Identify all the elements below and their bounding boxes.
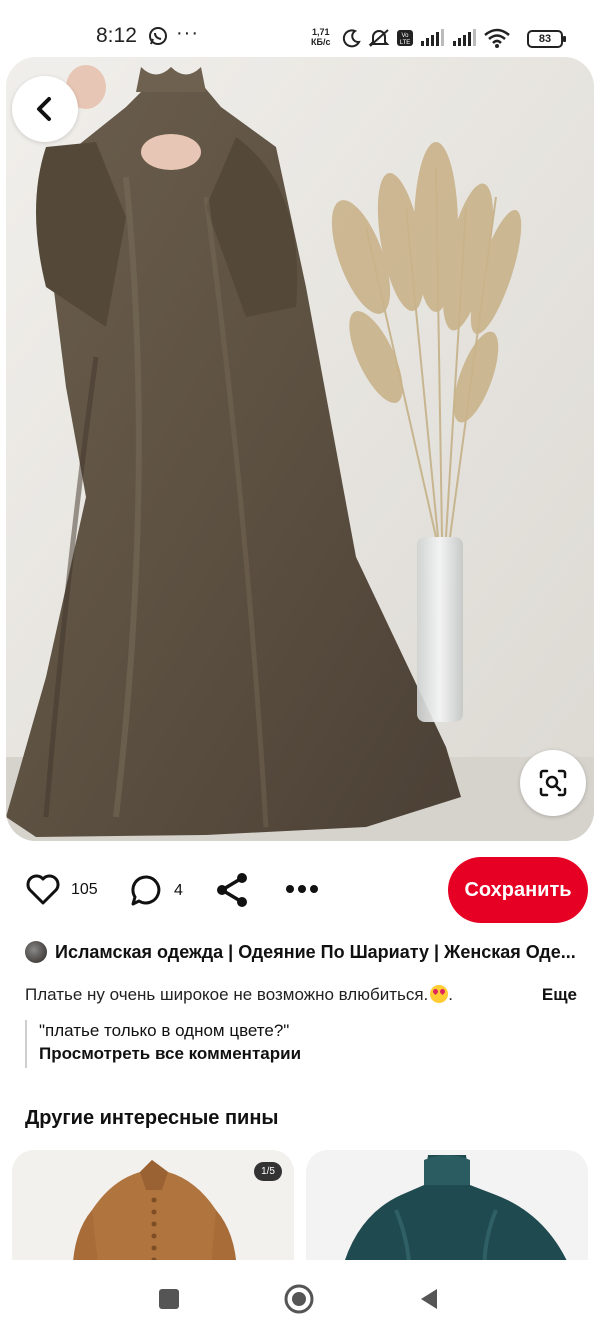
network-speed: 1,71 КБ/с [311, 27, 330, 47]
status-more-icon: ··· [176, 22, 199, 44]
circle-icon [284, 1284, 314, 1314]
view-all-comments-link[interactable]: Просмотреть все комментарии [39, 1042, 585, 1066]
back-nav-button[interactable] [412, 1282, 446, 1316]
heart-icon [26, 874, 60, 905]
square-icon [159, 1289, 179, 1309]
whatsapp-icon [148, 26, 168, 51]
signal-icon [421, 29, 444, 46]
recent-apps-button[interactable] [152, 1282, 186, 1316]
moon-icon [342, 29, 361, 48]
status-bar: 8:12 ··· 1,71 КБ/с Vo LTE 83 [0, 0, 600, 56]
more-horizontal-icon [286, 885, 318, 893]
svg-text:Vo: Vo [401, 33, 409, 39]
visual-search-button[interactable] [520, 750, 586, 816]
like-count: 105 [71, 881, 98, 898]
signal-icon [453, 29, 476, 46]
description-tail: . [448, 985, 454, 1004]
image-count-badge: 1/5 [254, 1162, 282, 1181]
like-button[interactable]: 105 [25, 874, 98, 906]
related-pins-title: Другие интересные пины [25, 1107, 279, 1129]
heart-eyes-emoji-icon [430, 985, 449, 1003]
pin-description: Платье ну очень широкое не возможно влюб… [25, 985, 577, 1007]
comment-text: "платье только в одном цвете?" [39, 1021, 290, 1040]
board-link[interactable]: Исламская одежда | Одеяние По Шариату | … [25, 940, 585, 964]
lens-search-icon [539, 769, 567, 797]
svg-text:LTE: LTE [400, 40, 411, 46]
network-speed-unit: КБ/с [311, 37, 331, 47]
wifi-icon [484, 28, 510, 48]
status-icons: Vo LTE [342, 28, 510, 48]
chevron-left-icon [37, 97, 51, 121]
board-name: Исламская одежда | Одеяние По Шариату | … [55, 941, 576, 962]
comment-preview: "платье только в одном цвете?" Просмотре… [25, 1020, 585, 1068]
volte-icon: VoLTE [397, 30, 413, 46]
share-icon [217, 873, 247, 907]
comment-icon [131, 875, 161, 906]
comment-button[interactable]: 4 [130, 874, 183, 908]
triangle-back-icon [421, 1289, 437, 1309]
save-button[interactable]: Сохранить [448, 857, 588, 923]
network-speed-value: 1,71 [311, 27, 330, 37]
comment-count: 4 [174, 882, 183, 899]
system-navigation-bar [0, 1260, 600, 1332]
mute-icon [368, 29, 390, 47]
battery-indicator: 83 [527, 30, 566, 48]
board-avatar [25, 941, 47, 963]
home-button[interactable] [282, 1282, 316, 1316]
description-text: Платье ну очень широкое не возможно влюб… [25, 985, 429, 1004]
back-button[interactable] [12, 76, 78, 142]
status-time: 8:12 [96, 24, 137, 47]
pin-image[interactable] [6, 57, 594, 841]
show-more-link[interactable]: Еще [542, 985, 577, 1005]
more-options-button[interactable] [285, 884, 319, 894]
share-button[interactable] [215, 872, 249, 908]
